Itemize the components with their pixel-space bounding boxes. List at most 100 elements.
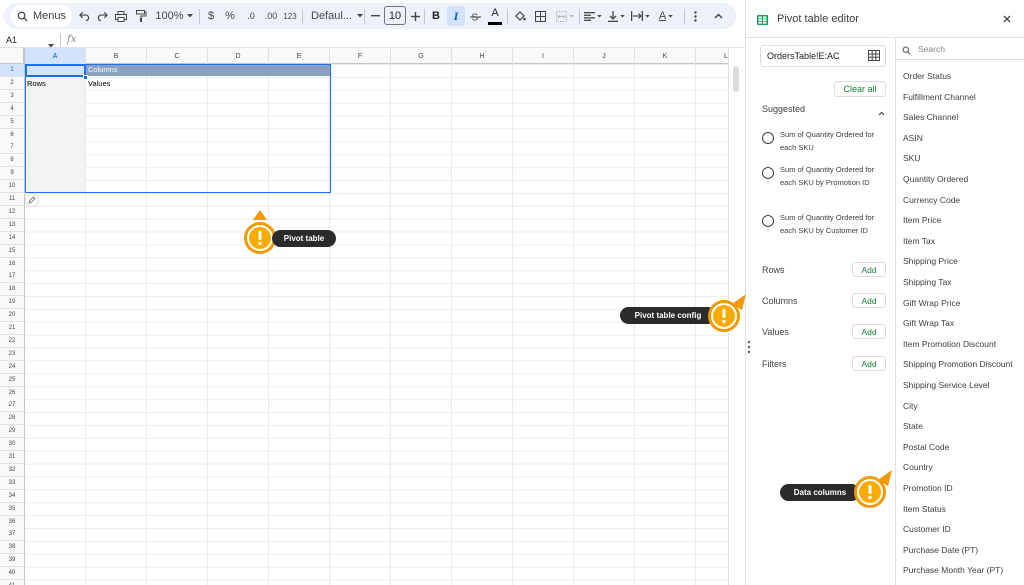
row-header[interactable]: 16 <box>0 257 25 271</box>
row-header[interactable]: 29 <box>0 425 25 439</box>
column-header[interactable]: E <box>269 48 330 64</box>
column-header[interactable]: F <box>330 48 391 64</box>
field-item[interactable]: Item Promotion Discount <box>903 339 1021 349</box>
row-header[interactable]: 13 <box>0 218 25 232</box>
column-header[interactable]: C <box>147 48 208 64</box>
column-header[interactable]: B <box>86 48 147 64</box>
row-header[interactable]: 35 <box>0 502 25 516</box>
add-values-button[interactable]: Add <box>852 324 886 339</box>
chevron-up-icon[interactable] <box>878 105 885 119</box>
row-header[interactable]: 41 <box>0 580 25 585</box>
row-header[interactable]: 27 <box>0 399 25 413</box>
row-header[interactable]: 22 <box>0 334 25 348</box>
row-header[interactable]: 30 <box>0 438 25 452</box>
row-header[interactable]: 20 <box>0 309 25 323</box>
row-header[interactable]: 12 <box>0 205 25 219</box>
currency-format-button[interactable]: $ <box>205 3 217 29</box>
row-header[interactable]: 24 <box>0 360 25 374</box>
chevron-up-icon[interactable] <box>711 3 725 29</box>
row-header[interactable]: 14 <box>0 231 25 245</box>
cell-b2[interactable]: Values <box>88 79 110 88</box>
text-rotation-button[interactable]: A <box>654 3 678 29</box>
row-header[interactable]: 37 <box>0 528 25 542</box>
field-item[interactable]: Customer ID <box>903 524 1021 534</box>
row-header[interactable]: 32 <box>0 463 25 477</box>
borders-icon[interactable] <box>532 3 548 29</box>
cell-b1[interactable]: Columns <box>88 65 118 74</box>
column-header[interactable]: K <box>635 48 696 64</box>
menus-search-button[interactable]: Menus <box>10 5 72 27</box>
undo-icon[interactable] <box>77 3 91 29</box>
row-header[interactable]: 9 <box>0 167 25 181</box>
field-item[interactable]: Sales Channel <box>903 112 1021 122</box>
paint-format-icon[interactable] <box>133 3 149 29</box>
row-header[interactable]: 6 <box>0 128 25 142</box>
field-item[interactable]: Item Price <box>903 215 1021 225</box>
font-size-input[interactable]: 10 <box>384 6 406 25</box>
row-header[interactable]: 31 <box>0 451 25 464</box>
redo-icon[interactable] <box>95 3 109 29</box>
field-item[interactable]: Quantity Ordered <box>903 174 1021 184</box>
field-item[interactable]: Gift Wrap Price <box>903 298 1021 308</box>
decrease-decimal-button[interactable]: .0 <box>242 3 260 29</box>
select-range-icon[interactable] <box>868 50 880 63</box>
field-item[interactable]: City <box>903 401 1021 411</box>
print-icon[interactable] <box>113 3 129 29</box>
row-header[interactable]: 18 <box>0 283 25 297</box>
increase-font-size-button[interactable] <box>409 3 421 29</box>
row-header[interactable]: 34 <box>0 489 25 503</box>
row-header[interactable]: 39 <box>0 554 25 568</box>
radio-button[interactable] <box>762 167 774 179</box>
add-rows-button[interactable]: Add <box>852 262 886 277</box>
row-header[interactable]: 5 <box>0 115 25 129</box>
drag-handle-icon[interactable] <box>747 340 751 354</box>
more-formats-button[interactable]: 123 <box>282 3 298 29</box>
column-header[interactable]: D <box>208 48 269 64</box>
field-item[interactable]: ASIN <box>903 133 1021 143</box>
column-header[interactable]: I <box>513 48 574 64</box>
decrease-font-size-button[interactable] <box>369 3 381 29</box>
pivot-table-range[interactable] <box>25 64 331 193</box>
column-header[interactable]: L <box>696 48 728 64</box>
zoom-select[interactable]: 100% <box>154 3 194 29</box>
row-header[interactable]: 2 <box>0 76 25 90</box>
row-header[interactable]: 17 <box>0 270 25 284</box>
field-item[interactable]: Purchase Date (PT) <box>903 545 1021 555</box>
row-header[interactable]: 21 <box>0 322 25 335</box>
row-header[interactable]: 8 <box>0 154 25 168</box>
fill-color-icon[interactable] <box>512 3 528 29</box>
add-columns-button[interactable]: Add <box>852 293 886 308</box>
field-item[interactable]: Gift Wrap Tax <box>903 318 1021 328</box>
row-header[interactable]: 15 <box>0 244 25 258</box>
radio-button[interactable] <box>762 215 774 227</box>
field-item[interactable]: Postal Code <box>903 442 1021 452</box>
edit-pivot-icon[interactable] <box>25 193 39 207</box>
text-wrapping-icon[interactable] <box>629 3 651 29</box>
row-header[interactable]: 25 <box>0 373 25 387</box>
field-item[interactable]: Shipping Promotion Discount <box>903 359 1021 369</box>
row-header[interactable]: 3 <box>0 89 25 103</box>
italic-button[interactable]: I <box>447 6 465 26</box>
merge-cells-icon[interactable] <box>553 3 577 29</box>
percent-format-button[interactable]: % <box>223 3 237 29</box>
column-header[interactable]: A <box>25 48 86 64</box>
column-header[interactable]: J <box>574 48 635 64</box>
suggestion-option[interactable]: Sum of Quantity Ordered for each SKU <box>760 129 886 157</box>
increase-decimal-button[interactable]: .00 <box>262 3 280 29</box>
scrollbar-thumb[interactable] <box>733 66 739 92</box>
row-header[interactable]: 4 <box>0 102 25 116</box>
active-cell[interactable] <box>25 64 86 77</box>
field-item[interactable]: State <box>903 421 1021 431</box>
row-header[interactable]: 33 <box>0 476 25 490</box>
field-item[interactable]: Promotion ID <box>903 483 1021 493</box>
cell-a2[interactable]: Rows <box>27 79 46 88</box>
strikethrough-icon[interactable]: S <box>468 3 482 29</box>
field-item[interactable]: SKU <box>903 153 1021 163</box>
clear-all-button[interactable]: Clear all <box>834 81 886 97</box>
row-header[interactable]: 26 <box>0 386 25 400</box>
field-item[interactable]: Shipping Tax <box>903 277 1021 287</box>
bold-button[interactable]: B <box>429 3 443 29</box>
field-item[interactable]: Shipping Price <box>903 256 1021 266</box>
add-filters-button[interactable]: Add <box>852 356 886 371</box>
vertical-align-icon[interactable] <box>606 3 626 29</box>
